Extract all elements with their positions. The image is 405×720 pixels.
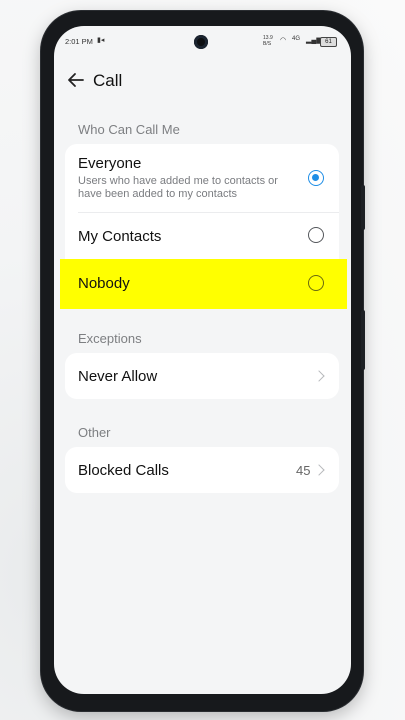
section-label-who-can-call: Who Can Call Me <box>78 122 180 137</box>
blocked-calls-count: 45 <box>296 463 311 478</box>
screen: 2:01 PM ▮◂ 13.9 B/S ◠ 4G ▂▄▆ 61 Call Who… <box>54 26 351 694</box>
radio-button[interactable] <box>308 275 324 291</box>
option-label: Nobody <box>78 275 130 292</box>
header: Call <box>54 66 351 96</box>
never-allow-item[interactable]: Never Allow <box>65 353 339 399</box>
volume-button <box>361 185 365 230</box>
item-label: Never Allow <box>78 368 158 385</box>
blocked-calls-item[interactable]: Blocked Calls 45 <box>65 447 339 493</box>
chevron-right-icon <box>313 370 325 382</box>
option-label: My Contacts <box>78 228 162 245</box>
option-label: Everyone <box>78 155 142 172</box>
status-bar: 2:01 PM ▮◂ 13.9 B/S ◠ 4G ▂▄▆ 61 <box>54 26 351 58</box>
status-time: 2:01 PM <box>65 37 93 46</box>
section-label-other: Other <box>78 425 111 440</box>
option-description: Users who have added me to contacts or h… <box>78 175 278 200</box>
network-type: 4G <box>292 36 301 42</box>
option-my-contacts[interactable]: My Contacts <box>65 213 339 259</box>
option-everyone[interactable]: Everyone Users who have added me to cont… <box>65 144 339 212</box>
other-card: Blocked Calls 45 <box>65 447 339 493</box>
item-label: Blocked Calls <box>78 462 169 479</box>
wifi-icon: ◠ <box>280 37 287 44</box>
chevron-right-icon <box>313 464 325 476</box>
radio-button-selected[interactable] <box>308 170 324 186</box>
page-title: Call <box>93 71 123 90</box>
exceptions-card: Never Allow <box>65 353 339 399</box>
front-camera <box>194 35 208 49</box>
power-button <box>361 310 365 370</box>
radio-button[interactable] <box>308 227 324 243</box>
back-arrow-icon[interactable] <box>66 70 86 90</box>
video-call-icon: ▮◂ <box>97 37 105 44</box>
net-speed: 13.9 B/S <box>263 35 273 47</box>
battery-indicator: 61 <box>320 37 337 47</box>
section-label-exceptions: Exceptions <box>78 331 142 346</box>
option-nobody[interactable]: Nobody <box>65 260 339 308</box>
